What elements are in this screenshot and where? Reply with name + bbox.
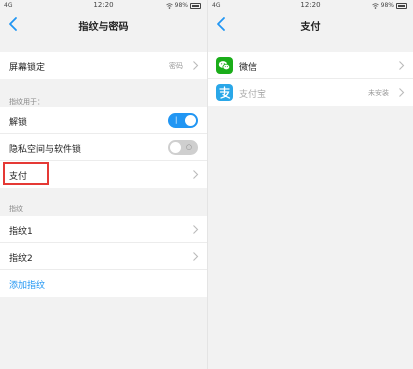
wechat-icon [216, 57, 233, 74]
alipay-status: 未安装 [368, 89, 389, 97]
payment-row[interactable]: 支付 [0, 161, 207, 188]
status-bar: 4G 12:20 98% [0, 0, 207, 11]
privacy-row: 隐私空间与软件锁 ○ [0, 134, 207, 161]
chevron-right-icon [399, 61, 405, 70]
fingerprint-use-header: 指纹用于： [9, 98, 44, 106]
toggle-knob [170, 142, 181, 153]
fingerprint-label: 指纹2 [9, 254, 33, 264]
fingerprint-row[interactable]: 指纹1 [0, 216, 207, 243]
alipay-row[interactable]: 支付宝 未安装 [208, 79, 413, 106]
payment-screen: 4G 12:20 98% 支付 微信 支付宝 未安装 [207, 0, 413, 369]
fingerprint-label: 指纹1 [9, 227, 33, 237]
chevron-right-icon [193, 61, 199, 70]
nav-bar: 指纹与密码 [0, 11, 207, 38]
alipay-icon [216, 84, 233, 101]
status-bar: 4G 12:20 98% [208, 0, 413, 11]
unlock-toggle[interactable]: | [168, 113, 198, 128]
chevron-right-icon [193, 225, 199, 234]
wifi-icon [165, 2, 173, 9]
toggle-off-mark: ○ [185, 143, 192, 151]
privacy-label: 隐私空间与软件锁 [9, 145, 82, 155]
page-title: 支付 [300, 22, 321, 33]
wechat-row[interactable]: 微信 [208, 52, 413, 79]
chevron-right-icon [193, 252, 199, 261]
toggle-on-mark: | [175, 116, 178, 124]
fingerprints-header: 指纹 [9, 205, 23, 213]
battery-percent: 98% [380, 2, 394, 9]
fingerprints-card: 指纹1 指纹2 添加指纹 [0, 216, 207, 297]
add-fingerprint-row[interactable]: 添加指纹 [0, 270, 207, 297]
alipay-label: 支付宝 [239, 90, 267, 100]
payment-apps-card: 微信 支付宝 未安装 [208, 52, 413, 106]
battery-icon [396, 2, 407, 9]
unlock-label: 解锁 [9, 118, 28, 128]
fingerprint-use-card: 解锁 | 隐私空间与软件锁 ○ 支付 [0, 107, 207, 188]
unlock-row: 解锁 | [0, 107, 207, 134]
screen-lock-label: 屏幕锁定 [9, 63, 46, 73]
toggle-knob [185, 115, 196, 126]
chevron-right-icon [193, 170, 199, 179]
add-fingerprint-link[interactable]: 添加指纹 [9, 278, 45, 291]
screen-lock-value: 密码 [169, 62, 183, 70]
page-title: 指纹与密码 [78, 22, 129, 33]
chevron-right-icon [399, 88, 405, 97]
privacy-toggle[interactable]: ○ [168, 140, 198, 155]
nav-bar: 支付 [208, 11, 413, 38]
screen-lock-row[interactable]: 屏幕锁定 密码 [0, 52, 207, 79]
wechat-label: 微信 [239, 63, 258, 73]
battery-icon [190, 2, 201, 9]
wifi-icon [371, 2, 379, 9]
battery-percent: 98% [174, 2, 188, 9]
screen-lock-card: 屏幕锁定 密码 [0, 52, 207, 79]
fingerprint-row[interactable]: 指纹2 [0, 243, 207, 270]
fingerprint-password-screen: 4G 12:20 98% 指纹与密码 屏幕锁定 密码 指纹用于： 解锁 | 隐私… [0, 0, 207, 369]
payment-label: 支付 [9, 172, 28, 182]
